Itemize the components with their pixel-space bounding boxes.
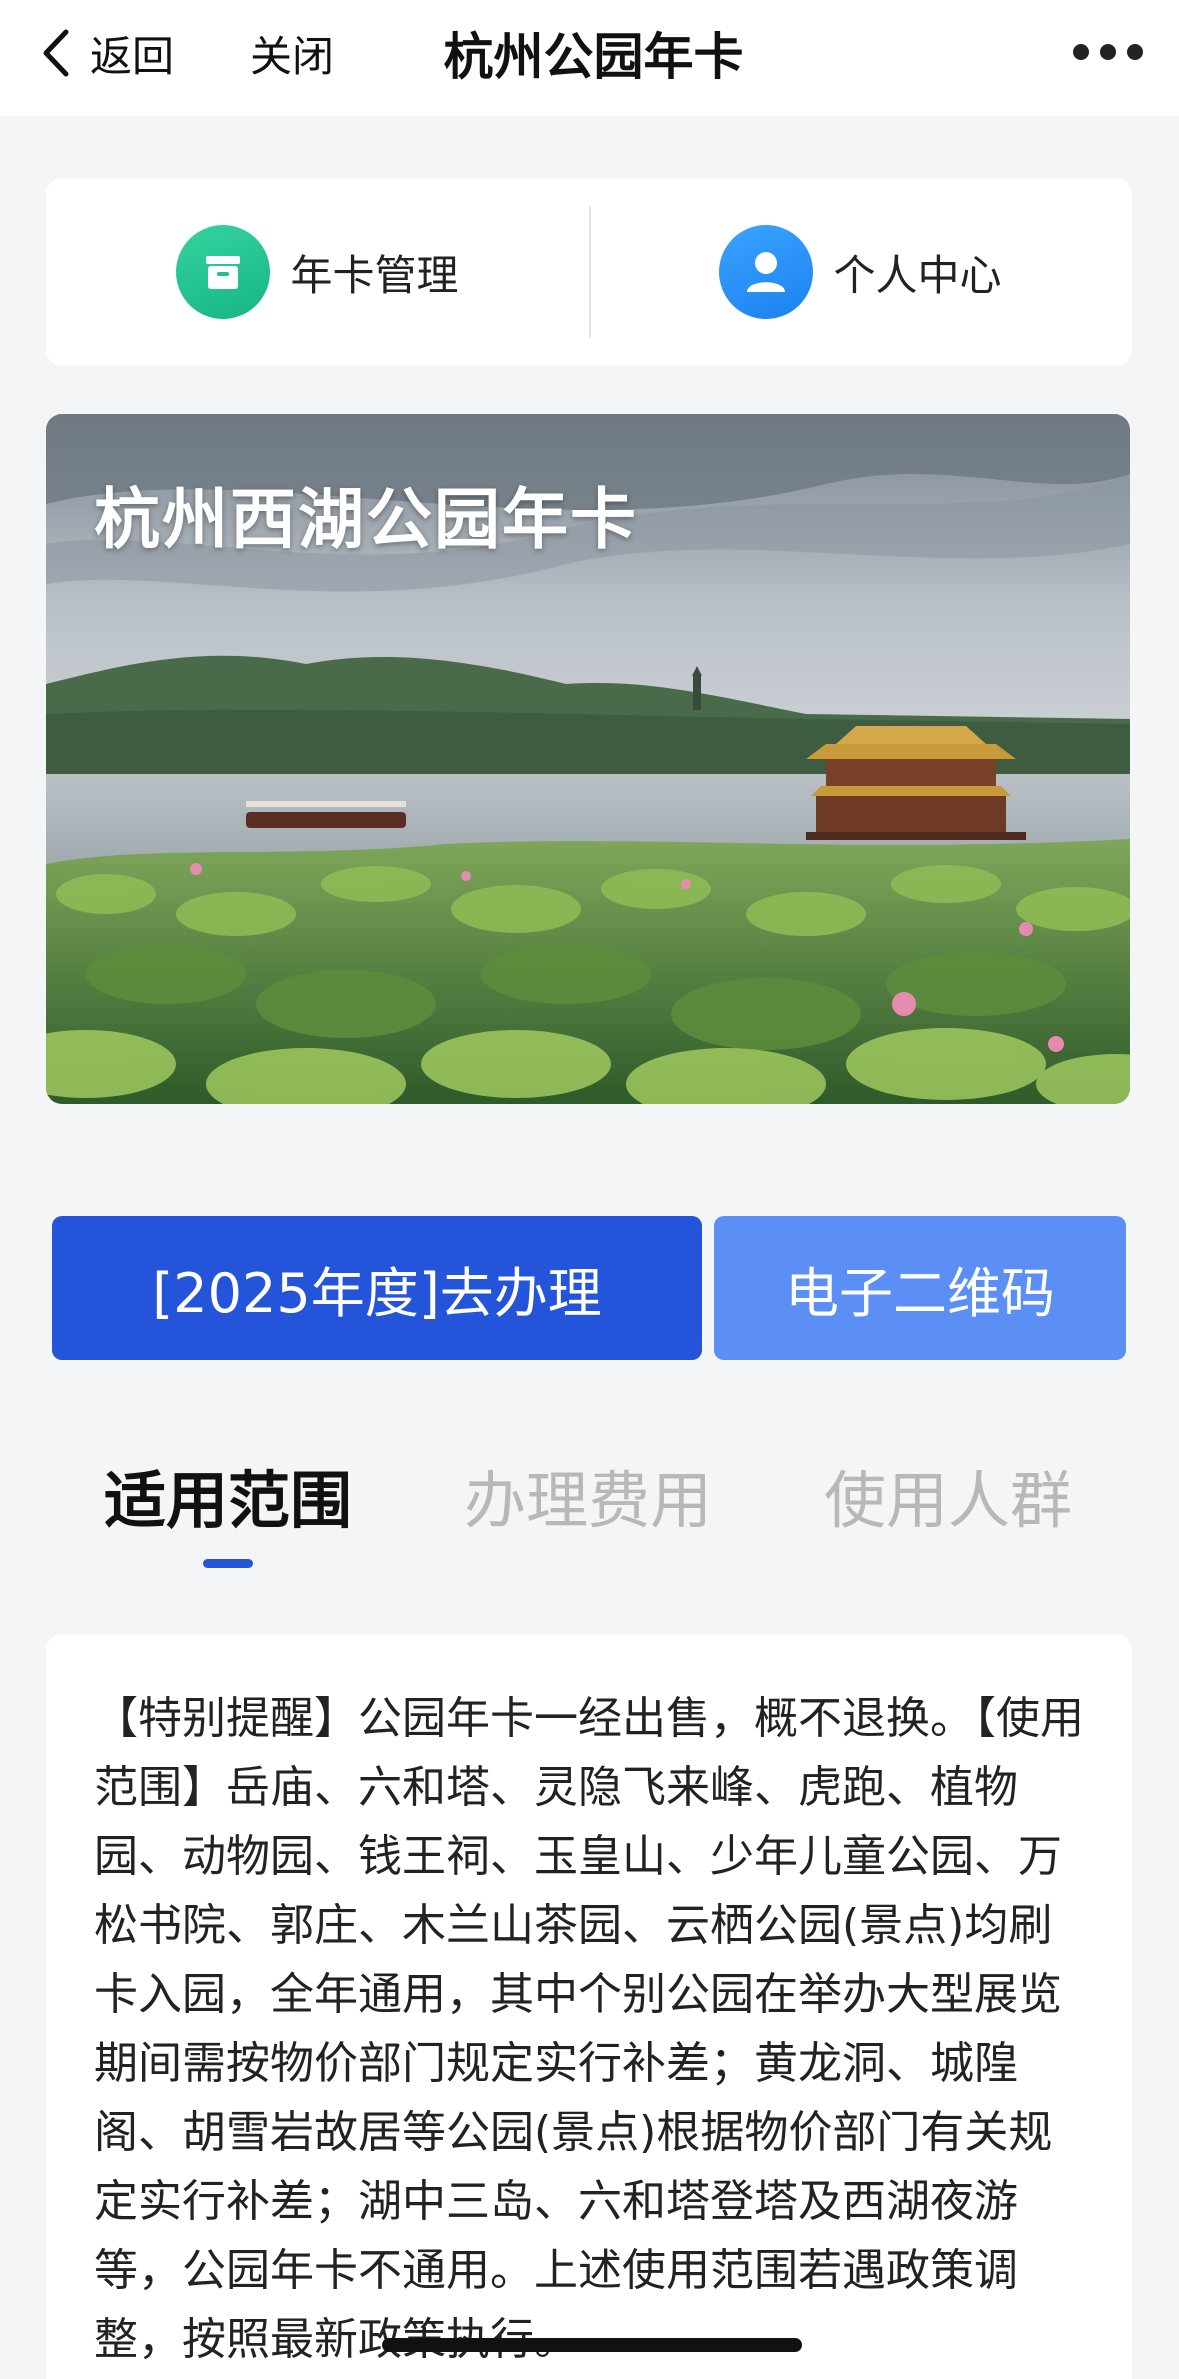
page-title: 杭州公园年卡	[443, 28, 744, 86]
card-management-label: 年卡管理	[290, 250, 459, 300]
tab-fees[interactable]: 办理费用	[440, 1440, 736, 1550]
card-management-link[interactable]: 年卡管理	[46, 178, 589, 366]
personal-center-label: 个人中心	[833, 250, 1002, 300]
qrcode-button[interactable]: 电子二维码	[714, 1216, 1126, 1360]
info-tabs: 适用范围 办理费用 使用人群	[0, 1440, 1179, 1580]
quick-links-card: 年卡管理 个人中心	[46, 178, 1132, 366]
tab-eligible-users[interactable]: 使用人群	[800, 1440, 1096, 1550]
scope-description: 【特别提醒】公园年卡一经出售，概不退换。【使用范围】岳庙、六和塔、灵隐飞来峰、虎…	[94, 1693, 1084, 2365]
banner-title: 杭州西湖公园年卡	[94, 481, 638, 558]
more-menu-button[interactable]	[1073, 32, 1143, 72]
scope-info-card: 【特别提醒】公园年卡一经出售，概不退换。【使用范围】岳庙、六和塔、灵隐飞来峰、虎…	[46, 1634, 1132, 2379]
user-icon	[719, 225, 814, 319]
apply-button[interactable]: [2025年度]去办理	[52, 1216, 702, 1360]
nav-bar: 返回 关闭 杭州公园年卡	[0, 0, 1179, 116]
active-tab-indicator	[203, 1559, 253, 1568]
banner-image[interactable]: 杭州西湖公园年卡	[46, 414, 1130, 1104]
card-box-icon	[176, 225, 271, 319]
more-dot	[1100, 44, 1116, 60]
more-dots-icon	[1073, 44, 1089, 60]
more-dot	[1127, 44, 1143, 60]
personal-center-link[interactable]: 个人中心	[589, 178, 1132, 366]
tab-scope[interactable]: 适用范围	[80, 1440, 376, 1550]
home-indicator	[382, 2338, 802, 2352]
